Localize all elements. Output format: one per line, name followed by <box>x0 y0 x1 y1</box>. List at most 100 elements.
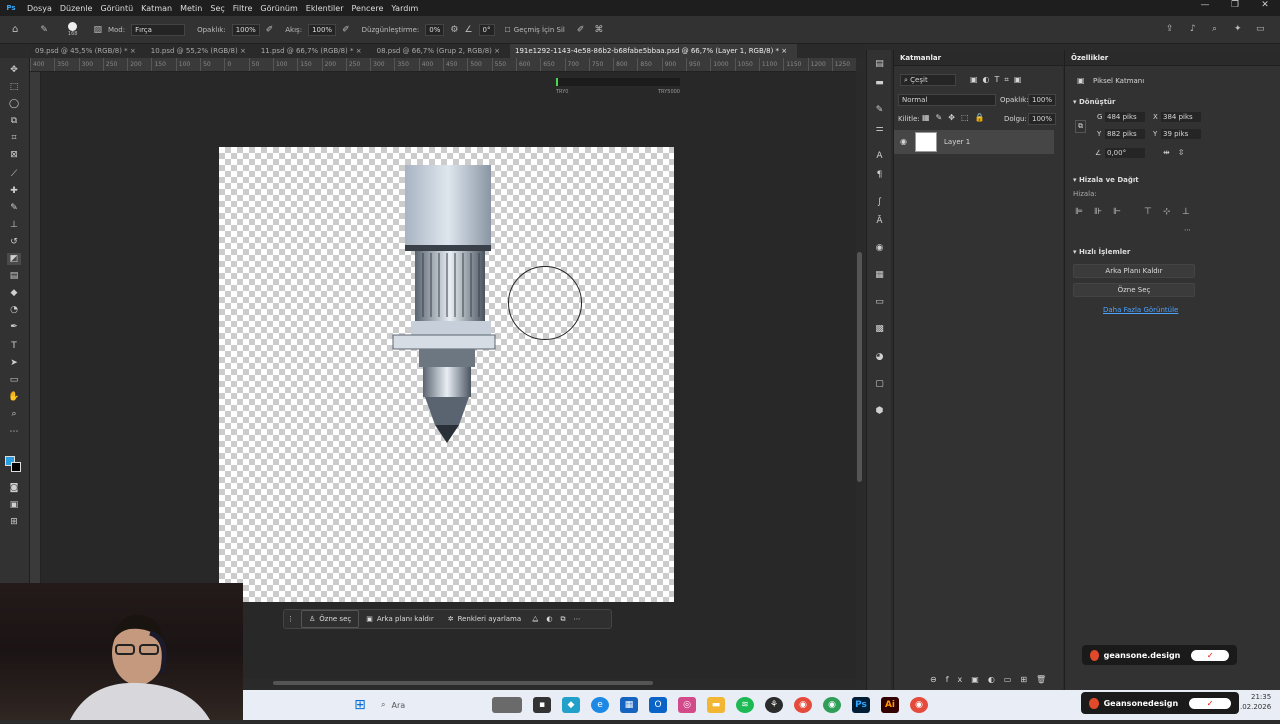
brush-panel-icon[interactable]: ✎ <box>873 104 886 116</box>
layer-action-icons[interactable]: ⊖fx▣◐▭⊞🗑 <box>930 675 1055 684</box>
close-window-button[interactable]: ✕ <box>1250 0 1280 10</box>
drag-handle-icon[interactable]: ⋮ <box>284 610 297 628</box>
document-tab[interactable]: 10.psd @ 55,2% (RGB/8) × <box>146 44 256 58</box>
gradients-panel-icon[interactable]: ▭ <box>873 296 886 308</box>
remove-background-quick-button[interactable]: Arka Planı Kaldır <box>1073 264 1195 278</box>
history-brush-tool-icon[interactable]: ↺ <box>7 236 21 248</box>
copilot-icon[interactable]: ◆ <box>562 697 580 713</box>
layer-row[interactable]: ◉ Layer 1 <box>894 130 1054 154</box>
character-panel-icon[interactable]: A <box>873 150 886 162</box>
adjust-colors-button[interactable]: ✲ Renkleri ayarlama <box>441 610 528 628</box>
lock-icons[interactable]: ▦✎✥⬚🔒 <box>922 113 990 122</box>
align-middle-icon[interactable]: ⊹ <box>1163 207 1171 217</box>
select-subject-button[interactable]: ♙ Özne seç <box>301 610 360 628</box>
scroll-thumb[interactable] <box>857 252 862 482</box>
spotify-icon[interactable]: ≋ <box>736 697 754 713</box>
glyphs-panel-icon[interactable]: ∫ <box>873 196 886 208</box>
path-select-tool-icon[interactable]: ➤ <box>7 357 21 369</box>
filter-icons[interactable]: ▣◐T⌗▣ <box>970 75 1027 85</box>
quick-mask-icon[interactable]: ◙ <box>7 482 21 494</box>
windows-start-icon[interactable]: ⊞ <box>351 697 369 713</box>
crop-tool-icon[interactable]: ⌗ <box>7 132 21 144</box>
workspace-icon[interactable]: ▭ <box>1256 24 1265 34</box>
document-tab[interactable]: 08.psd @ 66,7% (Grup 2, RGB/8) × <box>372 44 510 58</box>
photoshop-taskbar-icon[interactable]: Ps <box>852 697 870 713</box>
task-view-icon[interactable]: ▪ <box>533 697 551 713</box>
eyedropper-tool-icon[interactable]: ⟋ <box>7 168 21 180</box>
chrome-app-icon[interactable]: ◉ <box>910 697 928 713</box>
menu-layer[interactable]: Katman <box>137 4 176 13</box>
opacity-input[interactable]: 100% <box>231 23 260 36</box>
bell-icon[interactable]: ♪ <box>1190 24 1196 34</box>
eraser-tool-icon[interactable]: ✎ <box>40 25 48 35</box>
flip-icons[interactable]: ⇹⇳ <box>1163 148 1192 157</box>
align-center-icon[interactable]: ⊪ <box>1094 207 1102 217</box>
search-icon[interactable]: ⌕ <box>1212 24 1217 34</box>
horizontal-scrollbar[interactable] <box>243 679 856 687</box>
history-panel-icon[interactable]: ▤ <box>873 58 886 70</box>
app-icon[interactable]: ⚘ <box>765 697 783 713</box>
dodge-tool-icon[interactable]: ◔ <box>7 304 21 316</box>
pressure-size-icon[interactable]: ✐ <box>577 25 585 35</box>
sparkle-icon[interactable]: ✦ <box>1234 24 1242 34</box>
illustrator-taskbar-icon[interactable]: Ai <box>881 697 899 713</box>
move-tool-icon[interactable]: ✥ <box>7 64 21 76</box>
align-top-icon[interactable]: ⊤ <box>1144 207 1152 217</box>
y-input[interactable]: 39 piks <box>1161 129 1201 139</box>
store-icon[interactable]: ▦ <box>620 697 638 713</box>
layer-opacity-input[interactable]: 100% <box>1028 94 1057 106</box>
erase-history-checkbox[interactable]: ☐ <box>505 26 511 34</box>
blur-tool-icon[interactable]: ◆ <box>7 287 21 299</box>
link-dimensions-icon[interactable]: ⧉ <box>1075 120 1086 133</box>
close-tab-icon[interactable]: × <box>356 47 362 55</box>
lasso-tool-icon[interactable]: ◯ <box>7 98 21 110</box>
char-styles-panel-icon[interactable]: Ā <box>873 215 886 227</box>
adjust-panel-icon[interactable]: ⚌ <box>873 123 886 135</box>
document-tab[interactable]: 09.psd @ 45,5% (RGB/8) * × <box>30 44 146 58</box>
screen-mode-icon[interactable]: ▣ <box>7 499 21 511</box>
layer-filter-select[interactable]: ⌕ Çeşit <box>900 74 956 86</box>
document-canvas[interactable] <box>219 147 674 602</box>
align-left-icon[interactable]: ⊫ <box>1075 207 1083 217</box>
angle-input[interactable]: 0° <box>478 23 495 36</box>
menu-plugins[interactable]: Eklentiler <box>302 4 348 13</box>
more-options-icon[interactable]: ⋯ <box>570 610 585 628</box>
system-clock[interactable]: 21:35 .02.2026 <box>1240 692 1271 712</box>
zoom-tool-icon[interactable]: ⌕ <box>7 408 21 420</box>
layer-fill-input[interactable]: 100% <box>1028 113 1057 125</box>
gradient-tool-icon[interactable]: ▤ <box>7 270 21 282</box>
close-tab-icon[interactable]: × <box>240 47 246 55</box>
shape-tool-icon[interactable]: ▭ <box>7 374 21 386</box>
brush-tool-icon[interactable]: ✎ <box>7 202 21 214</box>
background-color-swatch[interactable] <box>11 462 21 472</box>
menu-edit[interactable]: Düzenle <box>56 4 97 13</box>
menu-type[interactable]: Metin <box>176 4 206 13</box>
align-bottom-icon[interactable]: ⊥ <box>1182 207 1190 217</box>
menu-image[interactable]: Görüntü <box>96 4 137 13</box>
remove-background-button[interactable]: ▣ Arka planı kaldır <box>359 610 440 628</box>
eraser-tool-active-icon[interactable]: ◩ <box>7 253 21 265</box>
healing-brush-tool-icon[interactable]: ✚ <box>7 185 21 197</box>
comments-panel-icon[interactable]: ▬ <box>873 77 886 89</box>
pen-tool-icon[interactable]: ✒ <box>7 321 21 333</box>
hand-tool-icon[interactable]: ✋ <box>7 391 21 403</box>
transform-icon[interactable]: ⧋ <box>528 610 542 628</box>
scroll-thumb[interactable] <box>273 681 653 685</box>
object-select-tool-icon[interactable]: ⧉ <box>7 115 21 127</box>
height-input[interactable]: 882 piks <box>1105 129 1145 139</box>
menu-view[interactable]: Görünüm <box>256 4 301 13</box>
chrome-profile-icon[interactable]: ◉ <box>823 697 841 713</box>
share-icon[interactable]: ⇪ <box>1166 24 1174 34</box>
edit-toolbar-icon[interactable]: ⊞ <box>7 516 21 528</box>
visibility-eye-icon[interactable]: ◉ <box>900 137 907 146</box>
libraries-panel-icon[interactable]: ▢ <box>873 378 886 390</box>
brush-preset-picker[interactable]: 168 <box>68 22 77 37</box>
angle-input[interactable]: 0,00° <box>1105 148 1145 158</box>
edge-icon[interactable]: e <box>591 697 609 713</box>
close-tab-icon[interactable]: × <box>494 47 500 55</box>
quick-actions-section[interactable]: ▾ Hızlı İşlemler <box>1073 248 1130 256</box>
transform-section[interactable]: ▾ Dönüştür <box>1073 98 1116 106</box>
swatches-panel-icon[interactable]: ▦ <box>873 269 886 281</box>
minimize-button[interactable]: — <box>1190 0 1220 10</box>
more-align-icon[interactable]: ⋯ <box>1184 226 1191 234</box>
